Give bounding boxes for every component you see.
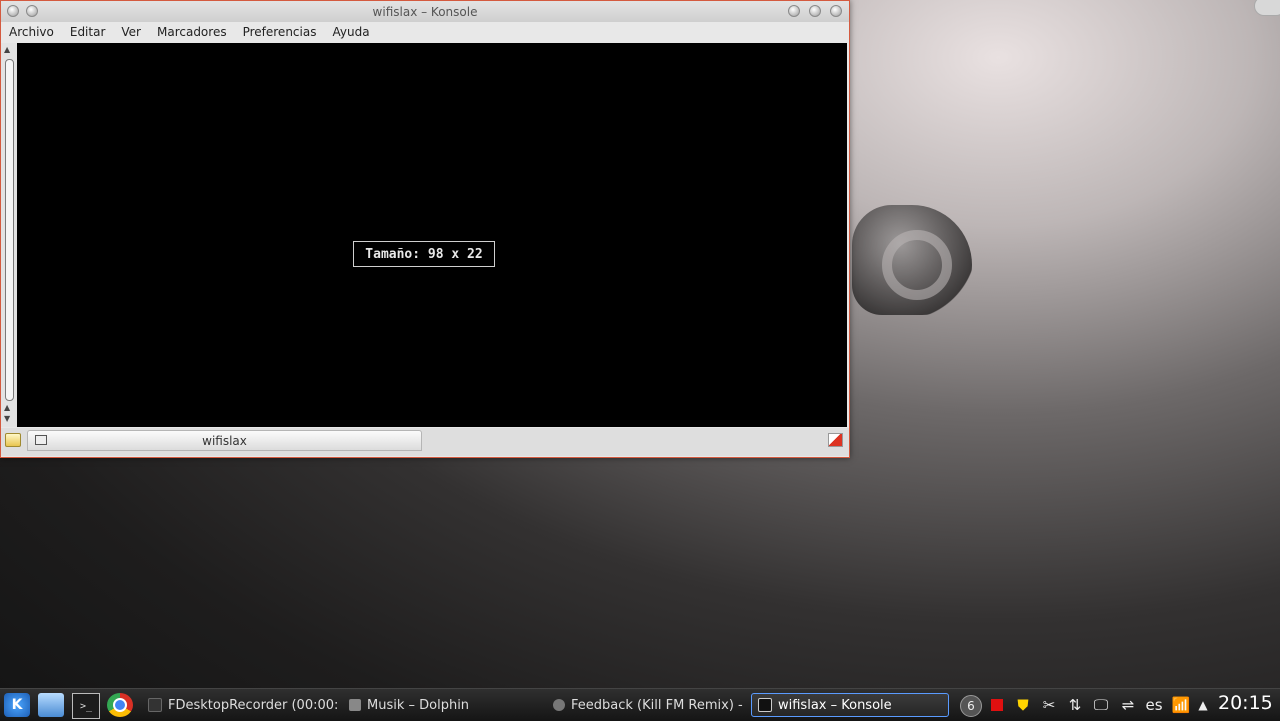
wallpaper-logo <box>852 205 972 315</box>
konsole-window: wifislax – Konsole Archivo Editar Ver Ma… <box>0 0 850 458</box>
display-icon[interactable]: 🖵 <box>1090 695 1112 715</box>
dolphin-icon <box>349 699 361 711</box>
shield-icon[interactable]: ⛊ <box>1014 695 1032 715</box>
task-label: Musik – Dolphin <box>367 697 470 713</box>
scroll-down-icon[interactable]: ▼ <box>4 414 10 423</box>
menu-editar[interactable]: Editar <box>62 25 114 39</box>
konsole-icon <box>758 698 772 712</box>
task-label: FDesktopRecorder (00:00:0 <box>168 697 338 713</box>
desktop-pager[interactable]: 6 <box>960 695 982 717</box>
window-titlebar[interactable]: wifislax – Konsole <box>1 1 849 22</box>
close-button[interactable] <box>830 5 842 17</box>
menubar: Archivo Editar Ver Marcadores Preferenci… <box>1 22 849 42</box>
window-title: wifislax – Konsole <box>372 4 478 19</box>
scroll-up-small-icon[interactable]: ▲ <box>4 403 10 412</box>
scrollbar-track[interactable] <box>5 59 14 401</box>
scissors-icon[interactable]: ✂ <box>1040 695 1058 715</box>
tab-wifislax[interactable]: wifislax <box>27 430 422 451</box>
record-stop-icon[interactable] <box>990 695 1004 715</box>
task-dolphin[interactable]: Musik – Dolphin <box>343 693 541 717</box>
kde-menu-icon[interactable]: K <box>4 693 30 717</box>
dolphin-launcher-icon[interactable] <box>38 693 64 717</box>
task-fdesktoprecorder[interactable]: FDesktopRecorder (00:00:0 <box>142 693 338 717</box>
tab-bar: wifislax <box>1 428 849 456</box>
menu-archivo[interactable]: Archivo <box>1 25 62 39</box>
scroll-up-icon[interactable]: ▲ <box>4 45 10 54</box>
media-icon <box>553 699 565 711</box>
task-feedback[interactable]: Feedback (Kill FM Remix) - Si <box>547 693 745 717</box>
terminal-area[interactable] <box>17 43 847 427</box>
window-menu-button[interactable] <box>7 5 19 17</box>
menu-ayuda[interactable]: Ayuda <box>324 25 377 39</box>
usb-icon[interactable]: ⇌ <box>1118 695 1138 715</box>
task-konsole[interactable]: wifislax – Konsole <box>751 693 949 717</box>
close-tab-button[interactable] <box>828 433 843 447</box>
task-label: Feedback (Kill FM Remix) - Si <box>571 697 745 713</box>
network-icon[interactable]: ⇅ <box>1066 695 1084 715</box>
clock[interactable]: 20:15 <box>1218 692 1273 714</box>
terminal-launcher-icon[interactable]: >_ <box>72 693 100 719</box>
size-indicator: Tamaño: 98 x 22 <box>353 241 495 267</box>
new-tab-button[interactable] <box>5 433 21 447</box>
taskbar: K >_ FDesktopRecorder (00:00:0 Musik – D… <box>0 688 1280 721</box>
maximize-button[interactable] <box>809 5 821 17</box>
recorder-icon <box>148 698 162 712</box>
tray-expand-icon[interactable]: ▲ <box>1196 695 1210 715</box>
desktop-corner-toolbox[interactable] <box>1254 0 1280 16</box>
keyboard-layout[interactable]: es <box>1142 695 1166 715</box>
task-label: wifislax – Konsole <box>778 697 892 713</box>
terminal-scrollbar[interactable]: ▲ ▲ ▼ <box>1 43 17 427</box>
menu-ver[interactable]: Ver <box>113 25 149 39</box>
keep-above-button[interactable] <box>26 5 38 17</box>
menu-preferencias[interactable]: Preferencias <box>235 25 325 39</box>
chrome-launcher-icon[interactable] <box>107 693 133 717</box>
minimize-button[interactable] <box>788 5 800 17</box>
menu-marcadores[interactable]: Marcadores <box>149 25 235 39</box>
wifi-icon[interactable]: 📶 <box>1170 695 1192 715</box>
tab-label: wifislax <box>202 434 247 448</box>
